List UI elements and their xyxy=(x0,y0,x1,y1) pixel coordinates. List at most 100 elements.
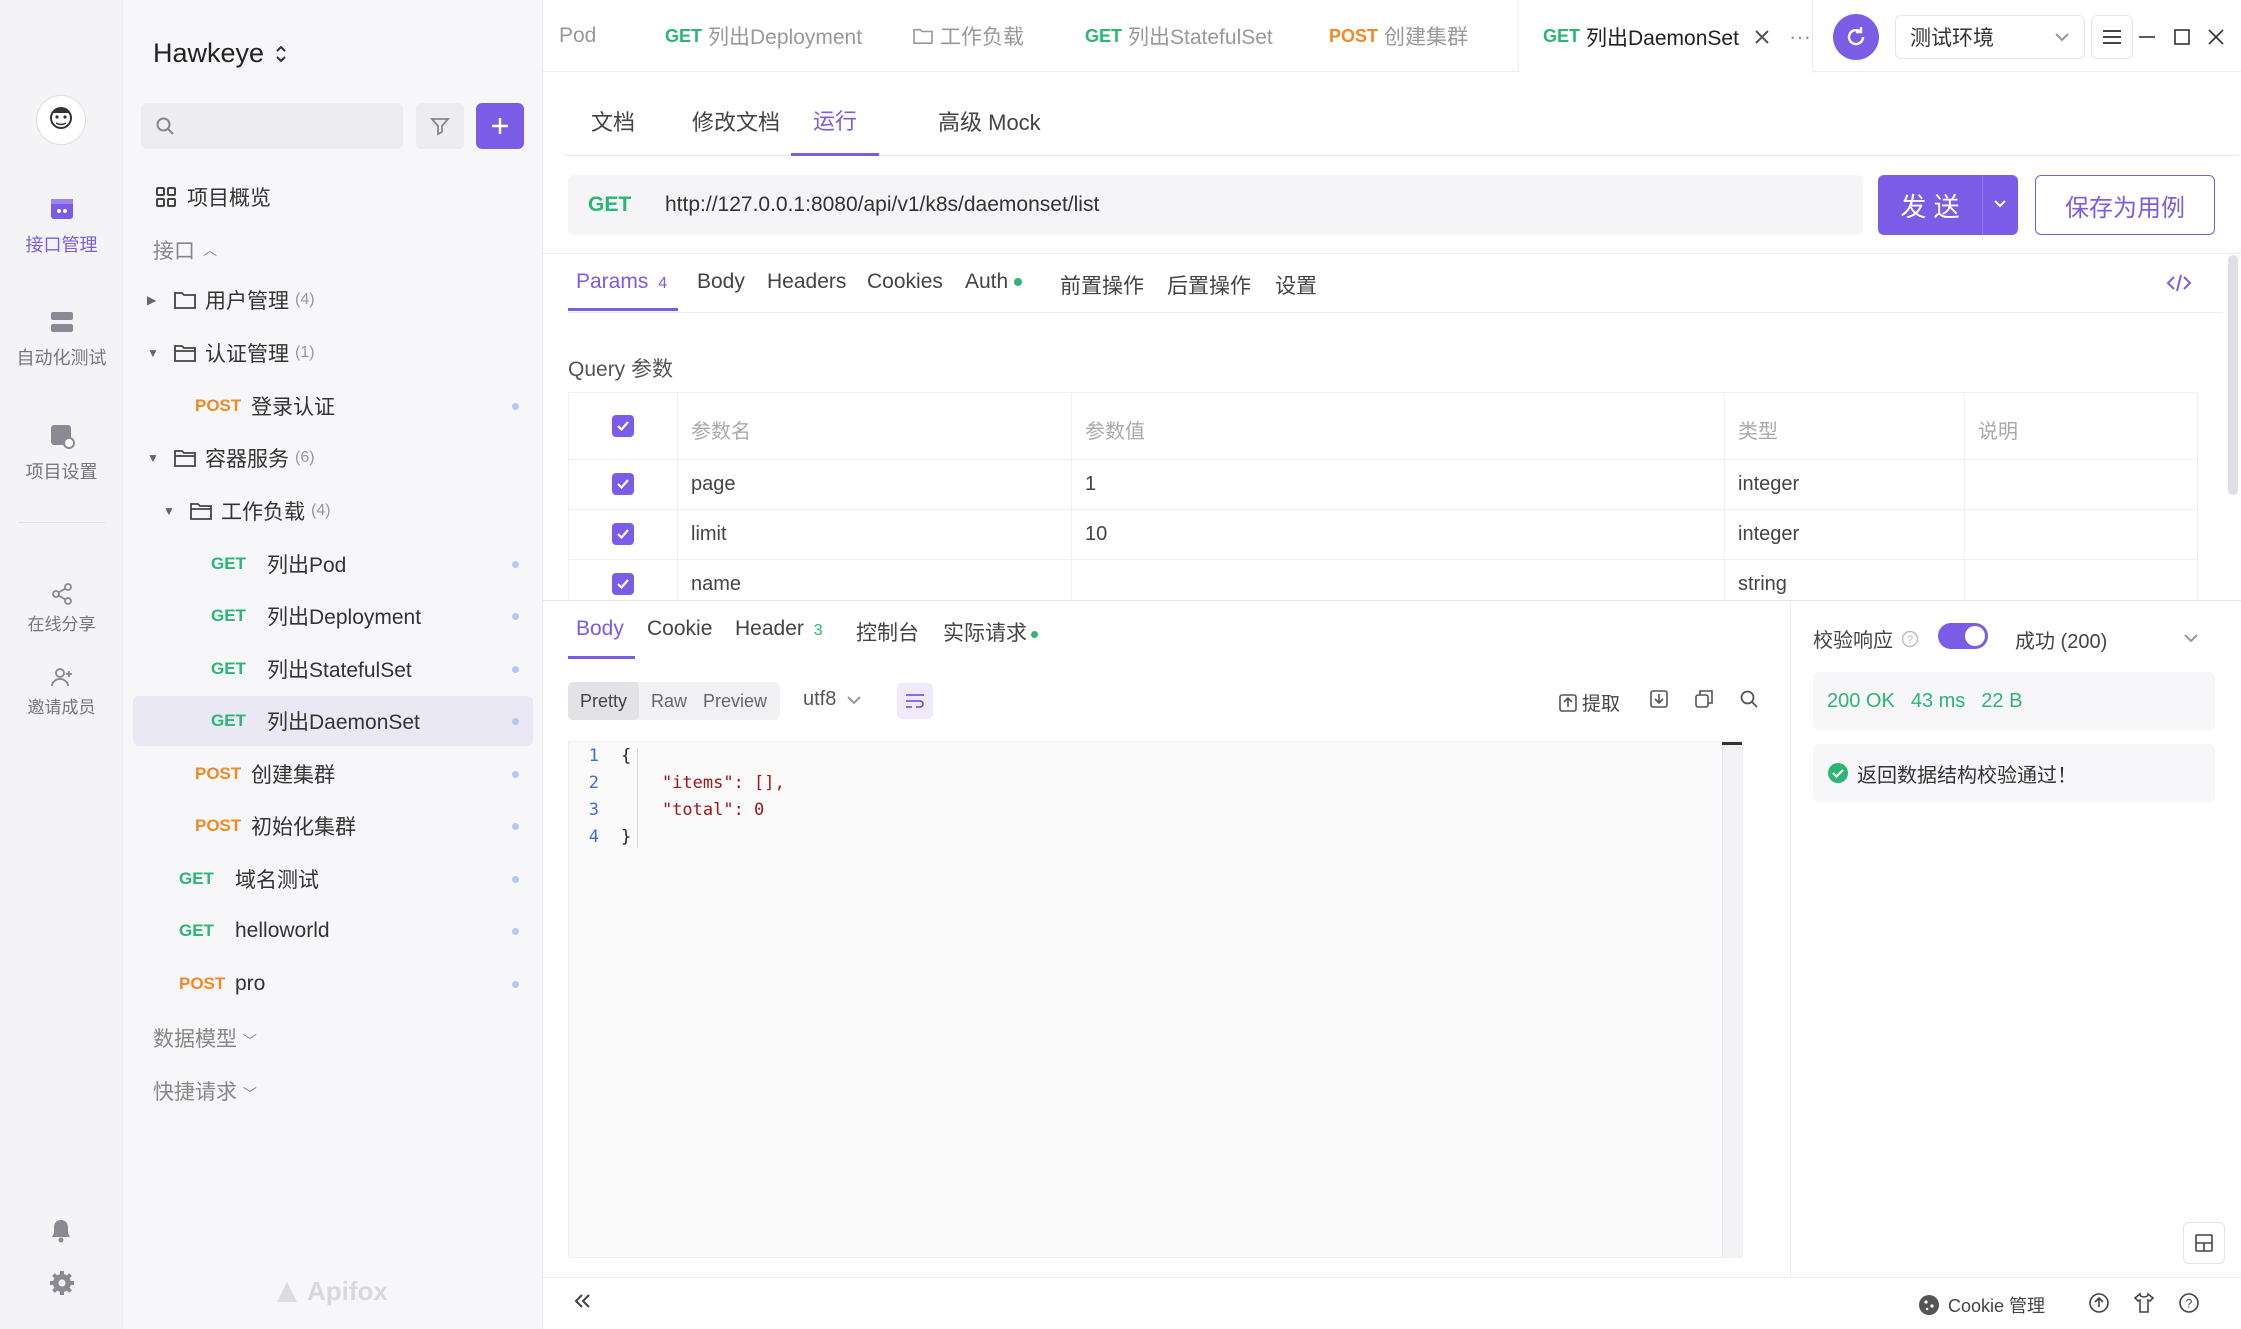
section-quick-requests[interactable]: 快捷请求 ﹀ xyxy=(153,1076,257,1106)
wrap-toggle[interactable] xyxy=(897,683,933,719)
ptab-params[interactable]: Params 4 xyxy=(576,270,667,294)
endpoint-init-cluster[interactable]: POST 初始化集群 xyxy=(133,801,533,851)
endpoint-list-daemonset[interactable]: GET 列出DaemonSet xyxy=(133,696,533,746)
send-button[interactable]: 发 送 xyxy=(1878,175,2018,235)
ptab-headers[interactable]: Headers xyxy=(767,270,846,294)
response-editor[interactable]: 1{ 2 "items": [], 3 "total": 0 4} xyxy=(568,741,1743,1258)
project-overview[interactable]: 项目概览 xyxy=(155,182,271,212)
copy-icon[interactable] xyxy=(1694,689,1714,714)
tab-create-cluster[interactable]: POST 创建集群 xyxy=(1305,0,1492,72)
rtab-cookie[interactable]: Cookie xyxy=(647,617,712,641)
ptab-post-script[interactable]: 后置操作 xyxy=(1167,270,1251,300)
rtab-console[interactable]: 控制台 xyxy=(856,617,919,647)
upload-icon[interactable] xyxy=(2088,1292,2110,1319)
scrollbar[interactable] xyxy=(2228,255,2238,495)
folder-user-management[interactable]: ▶ 用户管理 (4) xyxy=(133,275,533,325)
close-icon[interactable] xyxy=(1753,28,1771,46)
ptab-body[interactable]: Body xyxy=(697,270,745,294)
rail-share[interactable]: 在线分享 xyxy=(0,582,123,635)
url-bar[interactable]: GET http://127.0.0.1:8080/api/v1/k8s/dae… xyxy=(568,175,1863,235)
rtab-body[interactable]: Body xyxy=(576,617,624,641)
save-as-case-button[interactable]: 保存为用例 xyxy=(2035,175,2215,235)
subtab-edit-docs[interactable]: 修改文档 xyxy=(692,86,780,156)
param-value[interactable]: 10 xyxy=(1085,523,1107,546)
workspace-switcher[interactable]: Hawkeye xyxy=(153,38,288,69)
more-tabs-icon[interactable]: ··· xyxy=(1789,24,1811,50)
endpoint-pro[interactable]: POST pro xyxy=(133,959,533,1009)
chevron-down-icon[interactable] xyxy=(2183,630,2199,648)
endpoint-login[interactable]: POST 登录认证 xyxy=(133,381,533,431)
endpoint-helloworld[interactable]: GET helloworld xyxy=(133,906,533,956)
rail-project-settings[interactable]: 项目设置 xyxy=(0,422,123,484)
filter-button[interactable] xyxy=(416,103,464,149)
code-icon[interactable] xyxy=(2166,272,2192,299)
rtab-header[interactable]: Header 3 xyxy=(735,617,823,641)
view-pretty[interactable]: Pretty xyxy=(568,682,640,720)
subtab-run[interactable]: 运行 xyxy=(791,86,880,156)
param-name[interactable]: page xyxy=(691,473,736,496)
request-method[interactable]: GET xyxy=(588,193,665,217)
layout-toggle[interactable] xyxy=(2183,1222,2225,1264)
menu-button[interactable] xyxy=(2091,15,2133,59)
request-url[interactable]: http://127.0.0.1:8080/api/v1/k8s/daemons… xyxy=(665,193,1099,217)
cookie-manager[interactable]: Cookie 管理 xyxy=(1918,1292,2045,1318)
param-name[interactable]: name xyxy=(691,573,741,596)
view-raw[interactable]: Raw xyxy=(639,691,699,712)
maximize-icon[interactable] xyxy=(2171,26,2193,53)
ptab-cookies[interactable]: Cookies xyxy=(867,270,943,294)
rtab-actual-request[interactable]: 实际请求 xyxy=(943,617,1038,647)
download-icon[interactable] xyxy=(1649,689,1669,714)
bell-icon[interactable] xyxy=(49,1218,73,1249)
minimize-icon[interactable] xyxy=(2136,26,2158,53)
section-data-models[interactable]: 数据模型 ﹀ xyxy=(153,1023,257,1053)
endpoint-create-cluster[interactable]: POST 创建集群 xyxy=(133,749,533,799)
tab-list-statefulset[interactable]: GET 列出StatefulSet xyxy=(1061,0,1297,72)
collapse-sidebar-icon[interactable] xyxy=(571,1290,593,1317)
user-avatar[interactable] xyxy=(36,95,86,145)
ptab-pre-script[interactable]: 前置操作 xyxy=(1060,270,1144,300)
folder-auth-management[interactable]: ▼ 认证管理 (1) xyxy=(133,328,533,378)
env-select[interactable]: 测试环境 xyxy=(1895,15,2085,59)
row-checkbox[interactable] xyxy=(612,573,634,595)
window-close-icon[interactable] xyxy=(2205,26,2227,53)
tab-pod[interactable]: Pod xyxy=(535,0,620,72)
validate-toggle[interactable] xyxy=(1938,623,1988,649)
gear-icon[interactable] xyxy=(49,1270,75,1301)
row-checkbox[interactable] xyxy=(612,523,634,545)
extract-button[interactable]: 提取 xyxy=(1558,689,1620,716)
row-checkbox[interactable] xyxy=(612,473,634,495)
sync-button[interactable] xyxy=(1833,14,1879,60)
section-api[interactable]: 接口 ︿ xyxy=(153,235,217,265)
subtab-mock[interactable]: 高级 Mock xyxy=(938,86,1041,156)
rail-automation[interactable]: 自动化测试 xyxy=(0,308,123,370)
subtab-docs[interactable]: 文档 xyxy=(591,86,635,156)
search-input[interactable] xyxy=(141,103,403,149)
param-name[interactable]: limit xyxy=(691,523,727,546)
search-icon[interactable] xyxy=(1739,689,1759,714)
tab-list-deployment[interactable]: GET 列出Deployment xyxy=(641,0,886,72)
rail-invite[interactable]: 邀请成员 xyxy=(0,665,123,718)
view-preview[interactable]: Preview xyxy=(699,691,771,712)
tab-workload[interactable]: 工作负载 xyxy=(888,0,1048,72)
param-type[interactable]: integer xyxy=(1738,523,1799,546)
ptab-auth[interactable]: Auth xyxy=(965,270,1023,294)
validate-result-select[interactable]: 成功 (200) xyxy=(2015,625,2107,654)
param-type[interactable]: integer xyxy=(1738,473,1799,496)
endpoint-list-statefulset[interactable]: GET 列出StatefulSet xyxy=(133,644,533,694)
shirt-icon[interactable] xyxy=(2133,1292,2155,1319)
add-button[interactable] xyxy=(476,103,524,149)
ptab-settings[interactable]: 设置 xyxy=(1275,270,1317,300)
chevron-down-icon[interactable] xyxy=(1983,198,2017,212)
folder-container-service[interactable]: ▼ 容器服务 (6) xyxy=(133,433,533,483)
select-all-checkbox[interactable] xyxy=(612,415,634,437)
help-icon[interactable]: ? xyxy=(2178,1292,2200,1319)
endpoint-domain-test[interactable]: GET 域名测试 xyxy=(133,854,533,904)
param-type[interactable]: string xyxy=(1738,573,1787,596)
rail-api-management[interactable]: 接口管理 xyxy=(0,195,123,257)
tab-list-daemonset[interactable]: GET 列出DaemonSet xyxy=(1518,0,1813,73)
endpoint-list-deployment[interactable]: GET 列出Deployment xyxy=(133,591,533,641)
endpoint-list-pod[interactable]: GET 列出Pod xyxy=(133,539,533,589)
folder-workload[interactable]: ▼ 工作负载 (4) xyxy=(133,486,533,536)
param-value[interactable]: 1 xyxy=(1085,473,1096,496)
encoding-select[interactable]: utf8 xyxy=(803,688,862,711)
